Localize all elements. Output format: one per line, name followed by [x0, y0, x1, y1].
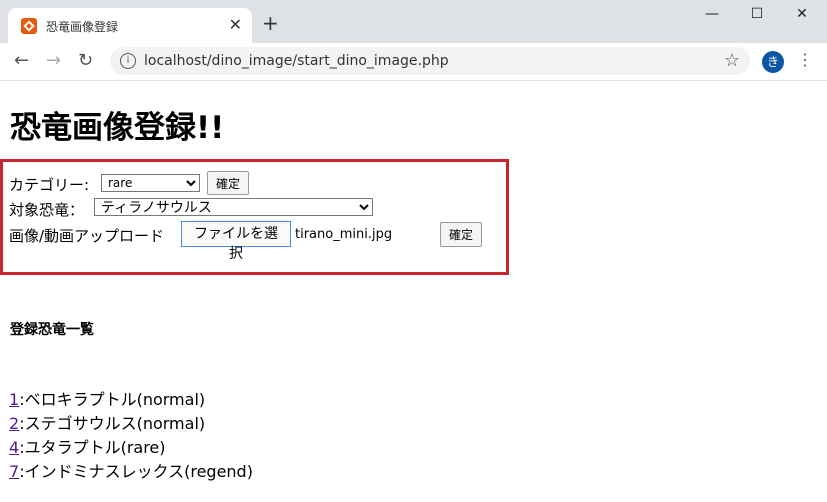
- choose-file-button[interactable]: ファイルを選択: [181, 221, 291, 262]
- reload-icon[interactable]: ↻: [78, 51, 93, 71]
- page-title: 恐竜画像登録!!: [10, 110, 225, 146]
- target-dino-select[interactable]: ティラノサウルス: [94, 198, 373, 216]
- close-window-icon[interactable]: ✕: [782, 6, 822, 22]
- target-dino-label: 対象恐竜：: [9, 201, 85, 219]
- profile-avatar[interactable]: き: [762, 51, 784, 73]
- minimize-icon[interactable]: —: [692, 6, 732, 22]
- browser-toolbar: ← → ↻ i localhost/dino_image/start_dino_…: [0, 43, 827, 81]
- list-item-text: :ユタラプトル(rare): [19, 438, 166, 457]
- list-item-link[interactable]: 4: [9, 438, 19, 457]
- page-content: 恐竜画像登録!! カテゴリー: rare 確定 対象恐竜： ティラノサウルス 画…: [0, 81, 827, 502]
- url-text[interactable]: localhost/dino_image/start_dino_image.ph…: [144, 53, 449, 69]
- address-bar[interactable]: i localhost/dino_image/start_dino_image.…: [110, 47, 750, 75]
- maximize-icon[interactable]: ☐: [737, 6, 777, 22]
- info-icon[interactable]: i: [120, 53, 136, 69]
- menu-icon[interactable]: ⋮: [797, 50, 813, 69]
- list-item-link[interactable]: 2: [9, 414, 19, 433]
- back-icon[interactable]: ←: [14, 51, 29, 71]
- list-item: 4:ユタラプトル(rare): [9, 434, 166, 458]
- upload-label: 画像/動画アップロード: [9, 227, 165, 245]
- list-item-text: :インドミナスレックス(regend): [19, 462, 253, 481]
- close-tab-icon[interactable]: ✕: [229, 15, 242, 35]
- category-label: カテゴリー:: [9, 176, 90, 194]
- list-item: 2:ステゴサウルス(normal): [9, 410, 205, 434]
- upload-confirm-button[interactable]: 確定: [440, 222, 482, 247]
- forward-icon[interactable]: →: [46, 51, 61, 71]
- category-confirm-button[interactable]: 確定: [207, 171, 249, 195]
- list-item: 7:インドミナスレックス(regend): [9, 458, 253, 482]
- xampp-favicon-icon: [21, 18, 37, 34]
- bookmark-star-icon[interactable]: ☆: [724, 50, 740, 71]
- tab-title: 恐竜画像登録: [46, 20, 119, 34]
- list-item-link[interactable]: 1: [9, 390, 19, 409]
- new-tab-icon[interactable]: +: [262, 13, 279, 33]
- category-select[interactable]: rare: [101, 174, 200, 192]
- list-item-link[interactable]: 7: [9, 462, 19, 481]
- list-item: 1:ベロキラプトル(normal): [9, 386, 205, 410]
- browser-tab[interactable]: 恐竜画像登録 ✕: [8, 8, 252, 43]
- tab-strip: 恐竜画像登録 ✕ + — ☐ ✕: [0, 0, 827, 43]
- selected-file-name: tirano_mini.jpg: [295, 227, 393, 242]
- dino-list-title: 登録恐竜一覧: [10, 322, 94, 338]
- list-item-text: :ベロキラプトル(normal): [19, 390, 206, 409]
- list-item-text: :ステゴサウルス(normal): [19, 414, 206, 433]
